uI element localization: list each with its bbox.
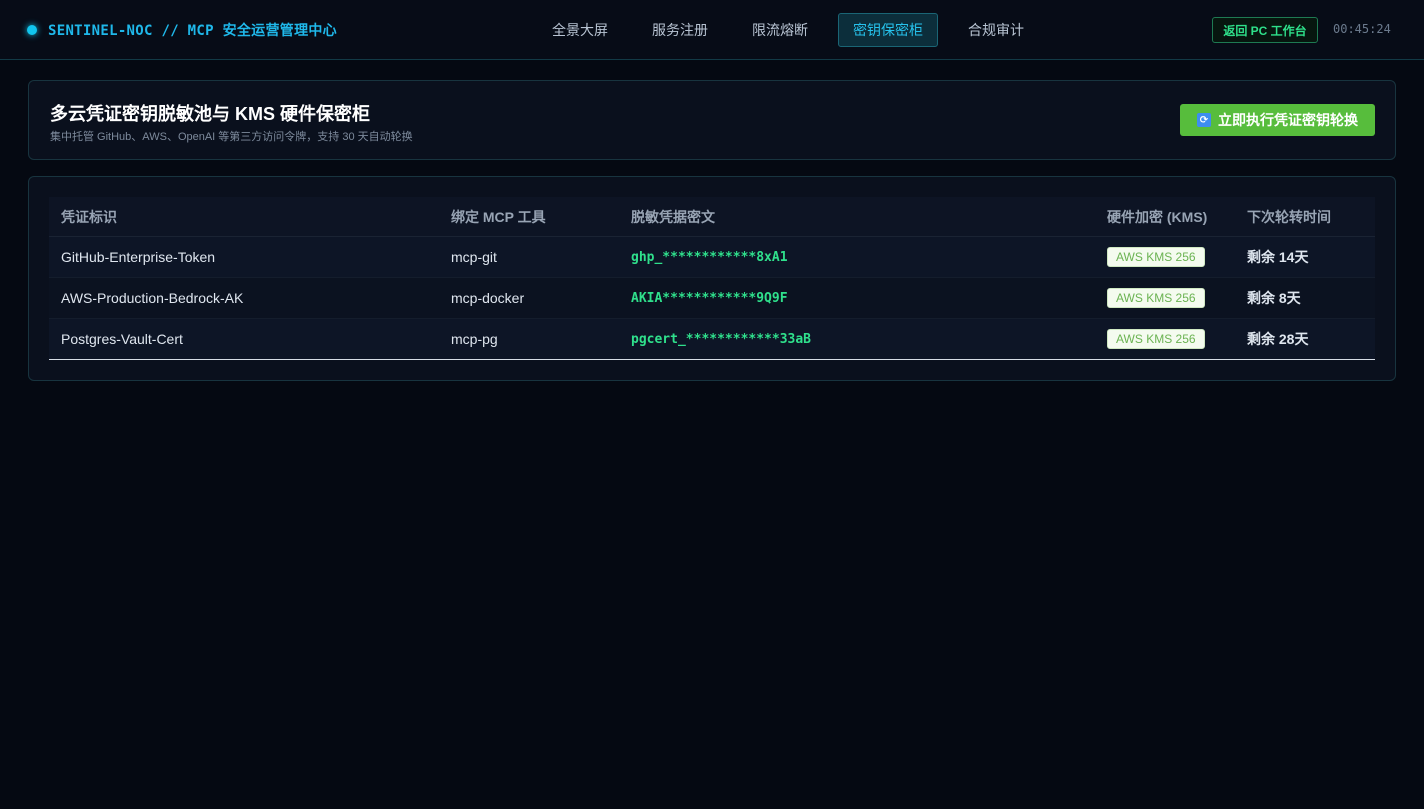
credential-id: Postgres-Vault-Cert bbox=[61, 331, 183, 347]
column-header-secret: 脱敏凭据密文 bbox=[631, 208, 715, 225]
column-header-kms: 硬件加密 (KMS) bbox=[1107, 208, 1208, 225]
nav-key-vault[interactable]: 密钥保密柜 bbox=[838, 13, 938, 47]
masked-secret: ghp_************8xA1 bbox=[631, 249, 788, 265]
credential-id: AWS-Production-Bedrock-AK bbox=[61, 290, 244, 306]
page-subtitle: 集中托管 GitHub、AWS、OpenAI 等第三方访问令牌，支持 30 天自… bbox=[50, 131, 413, 143]
bound-tool: mcp-docker bbox=[451, 290, 525, 306]
kms-badge: AWS KMS 256 bbox=[1107, 288, 1205, 308]
bound-tool: mcp-pg bbox=[451, 331, 498, 347]
credential-table: 凭证标识 绑定 MCP 工具 脱敏凭据密文 硬件加密 (KMS) 下次轮转时间 … bbox=[49, 197, 1375, 360]
page-title: 多云凭证密钥脱敏池与 KMS 硬件保密柜 bbox=[50, 104, 370, 124]
credential-id: GitHub-Enterprise-Token bbox=[61, 249, 216, 265]
table-header: 凭证标识 绑定 MCP 工具 脱敏凭据密文 硬件加密 (KMS) 下次轮转时间 bbox=[49, 197, 1375, 237]
kms-cell: AWS KMS 256 bbox=[1107, 319, 1205, 359]
next-rotation: 剩余 8天 bbox=[1247, 290, 1301, 306]
masked-secret: pgcert_************33aB bbox=[631, 331, 812, 347]
nav-overview[interactable]: 全景大屏 bbox=[538, 13, 622, 47]
table-row[interactable]: Postgres-Vault-Cert mcp-pg pgcert_******… bbox=[49, 319, 1375, 360]
rotate-keys-label: 立即执行凭证密钥轮换 bbox=[1218, 112, 1358, 128]
credential-table-card: 凭证标识 绑定 MCP 工具 脱敏凭据密文 硬件加密 (KMS) 下次轮转时间 … bbox=[28, 176, 1396, 381]
kms-badge: AWS KMS 256 bbox=[1107, 329, 1205, 349]
kms-badge: AWS KMS 256 bbox=[1107, 247, 1205, 267]
masked-secret: AKIA************9Q9F bbox=[631, 290, 788, 306]
vault-header-card: 多云凭证密钥脱敏池与 KMS 硬件保密柜 集中托管 GitHub、AWS、Ope… bbox=[28, 80, 1396, 160]
next-rotation: 剩余 14天 bbox=[1247, 249, 1309, 265]
return-pc-workbench-button[interactable]: 返回 PC 工作台 bbox=[1212, 17, 1318, 43]
bound-tool: mcp-git bbox=[451, 249, 497, 265]
column-header-tool: 绑定 MCP 工具 bbox=[451, 208, 546, 225]
nav-rate-limit[interactable]: 限流熔断 bbox=[738, 13, 822, 47]
column-header-next-rotation: 下次轮转时间 bbox=[1247, 208, 1331, 225]
rotate-keys-button[interactable]: ⟳ 立即执行凭证密钥轮换 bbox=[1180, 104, 1375, 136]
kms-cell: AWS KMS 256 bbox=[1107, 237, 1205, 277]
column-header-id: 凭证标识 bbox=[61, 208, 117, 225]
main-nav: 全景大屏 服务注册 限流熔断 密钥保密柜 合规审计 bbox=[0, 0, 1424, 60]
table-row[interactable]: GitHub-Enterprise-Token mcp-git ghp_****… bbox=[49, 237, 1375, 278]
clock: 00:45:24 bbox=[1333, 22, 1391, 36]
nav-service-registry[interactable]: 服务注册 bbox=[638, 13, 722, 47]
nav-compliance-audit[interactable]: 合规审计 bbox=[954, 13, 1038, 47]
refresh-icon: ⟳ bbox=[1197, 113, 1211, 127]
table-row[interactable]: AWS-Production-Bedrock-AK mcp-docker AKI… bbox=[49, 278, 1375, 319]
top-bar: SENTINEL-NOC // MCP 安全运营管理中心 全景大屏 服务注册 限… bbox=[0, 0, 1424, 60]
kms-cell: AWS KMS 256 bbox=[1107, 278, 1205, 318]
next-rotation: 剩余 28天 bbox=[1247, 331, 1309, 347]
